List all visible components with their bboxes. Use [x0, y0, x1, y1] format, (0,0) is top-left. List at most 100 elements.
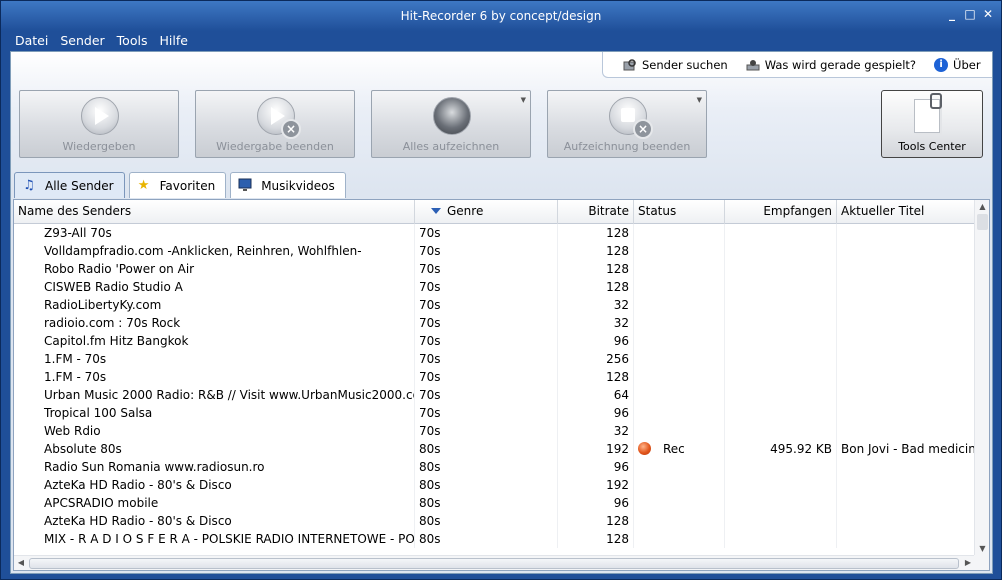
cell-bitrate: 128 — [558, 242, 634, 260]
table-row[interactable]: Absolute 80s 80s 192 Rec 495.92 KB Bon Jovi -… — [14, 440, 975, 458]
cell-bitrate: 128 — [558, 512, 634, 530]
menu-bar: Datei Sender Tools Hilfe — [1, 31, 1001, 51]
menu-datei[interactable]: Datei — [9, 31, 54, 51]
cell-genre: 80s — [415, 530, 558, 548]
table-row[interactable]: Capitol.fm Hitz Bangkok 70s 96 — [14, 332, 975, 350]
title-bar[interactable]: Hit-Recorder 6 by concept/design _ □ ✕ — [1, 1, 1001, 31]
cell-current-title — [837, 260, 975, 278]
table-row[interactable]: AzteKa HD Radio - 80's & Disco 80s 192 — [14, 476, 975, 494]
cell-received: 495.92 KB — [725, 440, 837, 458]
table-row[interactable]: Web Rdio 70s 32 — [14, 422, 975, 440]
table-row[interactable]: Robo Radio 'Power on Air 70s 128 — [14, 260, 975, 278]
record-all-button[interactable]: ▼ Alles aufzeichnen — [371, 90, 531, 158]
stop-playback-label: Wiedergabe beenden — [216, 140, 334, 153]
cell-station-name: Tropical 100 Salsa — [14, 404, 415, 422]
table-row[interactable]: Volldampfradio.com -Anklicken, Reinhren,… — [14, 242, 975, 260]
minimize-button[interactable]: _ — [945, 7, 959, 21]
column-header-genre[interactable]: Genre — [415, 200, 558, 224]
scroll-left-icon[interactable]: ◀ — [14, 556, 28, 570]
scroll-thumb[interactable] — [977, 214, 988, 230]
search-stations-label: Sender suchen — [642, 57, 728, 72]
column-header-status[interactable]: Status — [634, 200, 725, 224]
window-title: Hit-Recorder 6 by concept/design — [400, 9, 602, 23]
cell-status — [634, 422, 725, 440]
search-radio-icon — [623, 58, 637, 72]
menu-sender[interactable]: Sender — [54, 31, 110, 51]
table-row[interactable]: Radio Sun Romania www.radiosun.ro 80s 96 — [14, 458, 975, 476]
table-row[interactable]: MIX - R A D I O S F E R A - POLSKIE RADI… — [14, 530, 975, 548]
now-playing-link[interactable]: Was wird gerade gespielt? — [746, 58, 916, 72]
cell-status: Rec — [634, 440, 725, 458]
record-all-label: Alles aufzeichnen — [402, 140, 500, 153]
cell-received — [725, 458, 837, 476]
table-row[interactable]: CISWEB Radio Studio A 70s 128 — [14, 278, 975, 296]
now-playing-label: Was wird gerade gespielt? — [764, 57, 917, 72]
cell-station-name: CISWEB Radio Studio A — [14, 278, 415, 296]
play-button[interactable]: Wiedergeben — [19, 90, 179, 158]
cell-status — [634, 530, 725, 548]
table-row[interactable]: APCSRADIO mobile 80s 96 — [14, 494, 975, 512]
column-header-bitrate[interactable]: Bitrate — [558, 200, 634, 224]
cell-station-name: APCSRADIO mobile — [14, 494, 415, 512]
table-row[interactable]: 1.FM - 70s 70s 128 — [14, 368, 975, 386]
cell-genre: 70s — [415, 278, 558, 296]
cell-received — [725, 314, 837, 332]
cell-current-title — [837, 512, 975, 530]
table-header: Name des Senders Genre Bitrate Status Em… — [14, 200, 975, 224]
table-body: Z93-All 70s 70s 128 Volldampfradio.com -Ank… — [14, 224, 975, 548]
cell-received — [725, 260, 837, 278]
table-row[interactable]: Z93-All 70s 70s 128 — [14, 224, 975, 242]
dropdown-arrow-icon[interactable]: ▼ — [697, 96, 702, 104]
cell-genre: 70s — [415, 368, 558, 386]
search-stations-link[interactable]: Sender suchen — [623, 58, 728, 72]
tab-musikvideos[interactable]: Musikvideos — [230, 172, 346, 198]
maximize-button[interactable]: □ — [963, 7, 977, 21]
stop-playback-button[interactable]: × Wiedergabe beenden — [195, 90, 355, 158]
star-icon: ★ — [137, 177, 150, 193]
table-row[interactable]: RadioLibertyKy.com 70s 32 — [14, 296, 975, 314]
cell-status — [634, 314, 725, 332]
tools-center-label: Tools Center — [898, 140, 966, 153]
cell-genre: 70s — [415, 350, 558, 368]
cell-current-title: Bon Jovi - Bad medicine — [837, 440, 975, 458]
table-row[interactable]: Tropical 100 Salsa 70s 96 — [14, 404, 975, 422]
scroll-down-icon[interactable]: ▼ — [975, 542, 989, 556]
tab-alle-sender[interactable]: ♫ Alle Sender — [14, 172, 125, 198]
cancel-badge-icon: × — [281, 119, 301, 139]
menu-hilfe[interactable]: Hilfe — [153, 31, 193, 51]
cell-status — [634, 458, 725, 476]
cell-received — [725, 224, 837, 242]
cell-bitrate: 128 — [558, 368, 634, 386]
stop-recording-button[interactable]: × ▼ Aufzeichnung beenden — [547, 90, 707, 158]
column-header-title[interactable]: Aktueller Titel — [837, 200, 975, 224]
cell-received — [725, 296, 837, 314]
column-header-received[interactable]: Empfangen — [725, 200, 837, 224]
cell-station-name: Robo Radio 'Power on Air — [14, 260, 415, 278]
cell-genre: 70s — [415, 386, 558, 404]
cell-current-title — [837, 422, 975, 440]
table-row[interactable]: AzteKa HD Radio - 80's & Disco 80s 128 — [14, 512, 975, 530]
tab-favoriten[interactable]: ★ Favoriten — [128, 172, 227, 198]
close-button[interactable]: ✕ — [981, 7, 995, 21]
tools-center-button[interactable]: Tools Center — [881, 90, 983, 158]
menu-tools[interactable]: Tools — [111, 31, 154, 51]
cell-bitrate: 192 — [558, 440, 634, 458]
scroll-right-icon[interactable]: ▶ — [961, 556, 975, 570]
cell-current-title — [837, 224, 975, 242]
scroll-up-icon[interactable]: ▲ — [975, 200, 989, 214]
column-header-name[interactable]: Name des Senders — [14, 200, 415, 224]
about-label: Über — [953, 57, 981, 72]
vertical-scrollbar[interactable]: ▲ ▼ — [974, 200, 989, 556]
cancel-badge-icon: × — [633, 119, 653, 139]
about-link[interactable]: i Über — [934, 57, 981, 72]
horizontal-scrollbar[interactable]: ◀ ▶ — [14, 555, 975, 570]
cell-station-name: RadioLibertyKy.com — [14, 296, 415, 314]
table-row[interactable]: 1.FM - 70s 70s 256 — [14, 350, 975, 368]
cell-current-title — [837, 386, 975, 404]
cell-current-title — [837, 494, 975, 512]
table-row[interactable]: Urban Music 2000 Radio: R&B // Visit www… — [14, 386, 975, 404]
scroll-thumb[interactable] — [29, 558, 959, 569]
dropdown-arrow-icon[interactable]: ▼ — [521, 96, 526, 104]
cell-genre: 80s — [415, 440, 558, 458]
table-row[interactable]: radioio.com : 70s Rock 70s 32 — [14, 314, 975, 332]
